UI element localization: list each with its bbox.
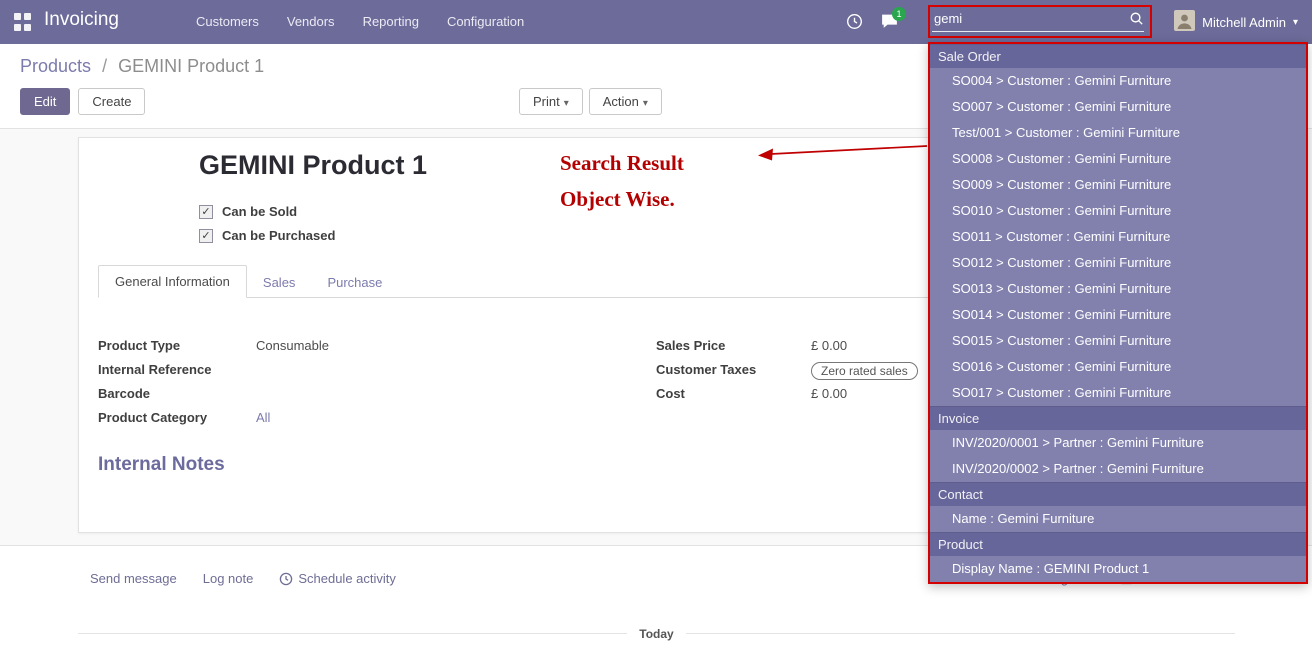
field-value: Consumable [256, 338, 329, 353]
dropdown-item[interactable]: SO017 > Customer : Gemini Furniture [930, 380, 1306, 406]
dropdown-group-header: Invoice [930, 406, 1306, 430]
top-navbar: Invoicing Customers Vendors Reporting Confi… [0, 0, 1312, 44]
messages-icon[interactable]: 1 [880, 13, 899, 35]
dropdown-item[interactable]: SO015 > Customer : Gemini Furniture [930, 328, 1306, 354]
dropdown-item[interactable]: Display Name : GEMINI Product 1 [930, 556, 1306, 582]
schedule-activity-label: Schedule activity [298, 571, 396, 586]
search-input[interactable] [932, 11, 1129, 26]
checkbox-row: ✓ Can be Purchased [199, 228, 335, 243]
dropdown-item[interactable]: SO012 > Customer : Gemini Furniture [930, 250, 1306, 276]
chatter-links: Send message Log note Schedule activity [90, 571, 396, 586]
annotation-text: Search Result Object Wise. [560, 145, 684, 217]
field-label: Barcode [98, 386, 256, 401]
breadcrumb: Products / GEMINI Product 1 [20, 56, 264, 77]
today-label: Today [627, 627, 685, 641]
breadcrumb-current: GEMINI Product 1 [118, 56, 264, 76]
breadcrumb-separator: / [102, 56, 107, 76]
annotation-line1: Search Result [560, 145, 684, 181]
dropdown-item[interactable]: SO010 > Customer : Gemini Furniture [930, 198, 1306, 224]
edit-button[interactable]: Edit [20, 88, 70, 115]
field-value: £ 0.00 [811, 338, 847, 353]
nav-menu-reporting[interactable]: Reporting [363, 14, 419, 29]
tab-purchase[interactable]: Purchase [311, 267, 398, 298]
dropdown-item[interactable]: SO008 > Customer : Gemini Furniture [930, 146, 1306, 172]
nav-menu-customers[interactable]: Customers [196, 14, 259, 29]
dropdown-item[interactable]: Name : Gemini Furniture [930, 506, 1306, 532]
annotation-line2: Object Wise. [560, 181, 684, 217]
field-label: Customer Taxes [656, 362, 811, 377]
dropdown-item[interactable]: SO014 > Customer : Gemini Furniture [930, 302, 1306, 328]
field-row: Product TypeConsumable [98, 338, 618, 356]
messages-badge: 1 [892, 7, 906, 21]
schedule-clock-icon [279, 572, 293, 586]
chevron-down-icon: ▾ [1293, 17, 1298, 28]
tab-sales[interactable]: Sales [247, 267, 312, 298]
search-dropdown: Sale OrderSO004 > Customer : Gemini Furn… [928, 42, 1308, 584]
checkbox-group: ✓ Can be Sold ✓ Can be Purchased [199, 204, 335, 252]
navbar-search [932, 6, 1144, 32]
field-row: Internal Reference [98, 362, 618, 380]
create-button[interactable]: Create [78, 88, 145, 115]
dropdown-item[interactable]: INV/2020/0002 > Partner : Gemini Furnitu… [930, 456, 1306, 482]
nav-menus: Customers Vendors Reporting Configuration [196, 14, 524, 29]
field-label: Product Type [98, 338, 256, 353]
action-label: Action [603, 94, 639, 109]
checkbox-label: Can be Purchased [222, 228, 335, 243]
dropdown-group-header: Contact [930, 482, 1306, 506]
field-value: Zero rated sales [811, 362, 918, 380]
internal-notes-title: Internal Notes [98, 454, 225, 476]
dropdown-item[interactable]: SO011 > Customer : Gemini Furniture [930, 224, 1306, 250]
app-name[interactable]: Invoicing [44, 9, 119, 31]
fields-left: Product TypeConsumableInternal Reference… [98, 338, 618, 434]
field-label: Internal Reference [98, 362, 256, 377]
dropdown-item[interactable]: SO016 > Customer : Gemini Furniture [930, 354, 1306, 380]
tab-general-information[interactable]: General Information [98, 265, 247, 298]
checkbox[interactable]: ✓ [199, 205, 213, 219]
avatar [1174, 10, 1195, 34]
send-message-button[interactable]: Send message [90, 571, 177, 586]
action-buttons: Print ▾ Action ▾ [519, 88, 662, 115]
action-dropdown-button[interactable]: Action ▾ [589, 88, 662, 115]
dropdown-item[interactable]: SO007 > Customer : Gemini Furniture [930, 94, 1306, 120]
print-label: Print [533, 94, 560, 109]
user-name: Mitchell Admin [1202, 15, 1286, 30]
user-menu[interactable]: Mitchell Admin ▾ [1174, 10, 1298, 34]
activities-clock-icon[interactable] [846, 13, 863, 35]
annotation-arrow-icon [755, 140, 933, 164]
field-row: Barcode [98, 386, 618, 404]
nav-menu-configuration[interactable]: Configuration [447, 14, 524, 29]
caret-down-icon: ▾ [564, 98, 569, 109]
clock-icon [846, 13, 863, 30]
checkbox-row: ✓ Can be Sold [199, 204, 335, 219]
breadcrumb-products[interactable]: Products [20, 56, 91, 76]
field-label: Cost [656, 386, 811, 401]
product-title: GEMINI Product 1 [199, 150, 427, 181]
dropdown-item[interactable]: SO013 > Customer : Gemini Furniture [930, 276, 1306, 302]
dropdown-group-header: Product [930, 532, 1306, 556]
field-value[interactable]: All [256, 410, 270, 425]
dropdown-item[interactable]: SO009 > Customer : Gemini Furniture [930, 172, 1306, 198]
field-label: Sales Price [656, 338, 811, 353]
dropdown-item[interactable]: Test/001 > Customer : Gemini Furniture [930, 120, 1306, 146]
dropdown-group-header: Sale Order [930, 44, 1306, 68]
field-row: Product CategoryAll [98, 410, 618, 428]
today-divider: Today [78, 625, 1235, 643]
dropdown-item[interactable]: SO004 > Customer : Gemini Furniture [930, 68, 1306, 94]
search-icon[interactable] [1129, 11, 1144, 26]
dropdown-item[interactable]: INV/2020/0001 > Partner : Gemini Furnitu… [930, 430, 1306, 456]
checkbox[interactable]: ✓ [199, 229, 213, 243]
schedule-activity-button[interactable]: Schedule activity [279, 571, 396, 586]
field-label: Product Category [98, 410, 256, 425]
log-note-button[interactable]: Log note [203, 571, 254, 586]
nav-menu-vendors[interactable]: Vendors [287, 14, 335, 29]
print-dropdown-button[interactable]: Print ▾ [519, 88, 583, 115]
field-value: £ 0.00 [811, 386, 847, 401]
apps-menu-icon[interactable] [14, 13, 32, 31]
form-buttons: Edit Create [20, 88, 145, 115]
checkbox-label: Can be Sold [222, 204, 297, 219]
caret-down-icon: ▾ [643, 98, 648, 109]
